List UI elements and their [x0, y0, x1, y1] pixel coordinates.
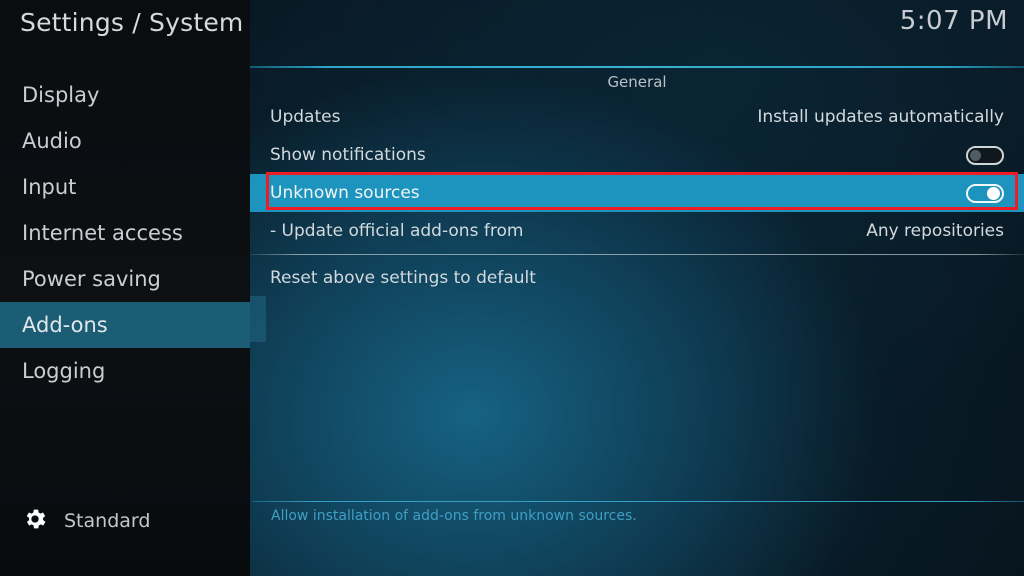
- setting-label: Updates: [270, 107, 341, 127]
- page-title: Settings / System: [20, 8, 244, 37]
- toggle-knob: [970, 149, 981, 161]
- sidebar-item-audio[interactable]: Audio: [0, 118, 250, 164]
- sidebar-item-display[interactable]: Display: [0, 72, 250, 118]
- setting-label: Show notifications: [270, 145, 426, 165]
- list-divider: [250, 254, 1024, 255]
- settings-level-label: Standard: [64, 510, 151, 532]
- setting-row-unknown-sources[interactable]: Unknown sources: [250, 174, 1024, 212]
- setting-label: - Update official add-ons from: [270, 221, 524, 241]
- clock: 5:07 PM: [899, 6, 1008, 36]
- settings-list: Updates Install updates automatically Sh…: [250, 98, 1024, 297]
- kodi-settings-screen: Settings / System Display Audio Input In…: [0, 0, 1024, 576]
- content-top-divider: [250, 66, 1024, 68]
- sidebar-nav: Display Audio Input Internet access Powe…: [0, 72, 250, 394]
- sidebar-item-label: Logging: [22, 359, 106, 383]
- gear-icon: [22, 506, 48, 536]
- setting-row-reset-to-default[interactable]: Reset above settings to default: [250, 259, 1024, 297]
- panel-edge-accent: [250, 296, 266, 342]
- setting-value: Any repositories: [866, 221, 1004, 241]
- sidebar-item-label: Internet access: [22, 221, 183, 245]
- sidebar-item-label: Audio: [22, 129, 82, 153]
- help-divider: [252, 501, 1024, 502]
- toggle-knob: [987, 186, 1000, 200]
- setting-label: Reset above settings to default: [270, 268, 536, 288]
- sidebar: Settings / System Display Audio Input In…: [0, 0, 250, 576]
- section-title: General: [607, 73, 667, 91]
- sidebar-item-internet-access[interactable]: Internet access: [0, 210, 250, 256]
- setting-row-updates[interactable]: Updates Install updates automatically: [250, 98, 1024, 136]
- sidebar-item-label: Power saving: [22, 267, 161, 291]
- setting-value: Install updates automatically: [757, 107, 1004, 127]
- sidebar-item-add-ons[interactable]: Add-ons: [0, 302, 250, 348]
- sidebar-item-label: Input: [22, 175, 77, 199]
- unknown-sources-toggle[interactable]: [966, 183, 1004, 203]
- setting-row-show-notifications[interactable]: Show notifications: [250, 136, 1024, 174]
- sidebar-item-power-saving[interactable]: Power saving: [0, 256, 250, 302]
- help-text: Allow installation of add-ons from unkno…: [271, 508, 637, 524]
- setting-label: Unknown sources: [270, 183, 420, 203]
- show-notifications-toggle[interactable]: [966, 145, 1004, 165]
- setting-row-update-official-addons-from[interactable]: - Update official add-ons from Any repos…: [250, 212, 1024, 250]
- sidebar-item-label: Add-ons: [22, 313, 108, 337]
- sidebar-item-label: Display: [22, 83, 100, 107]
- settings-level-selector[interactable]: Standard: [22, 506, 150, 536]
- sidebar-item-input[interactable]: Input: [0, 164, 250, 210]
- sidebar-item-logging[interactable]: Logging: [0, 348, 250, 394]
